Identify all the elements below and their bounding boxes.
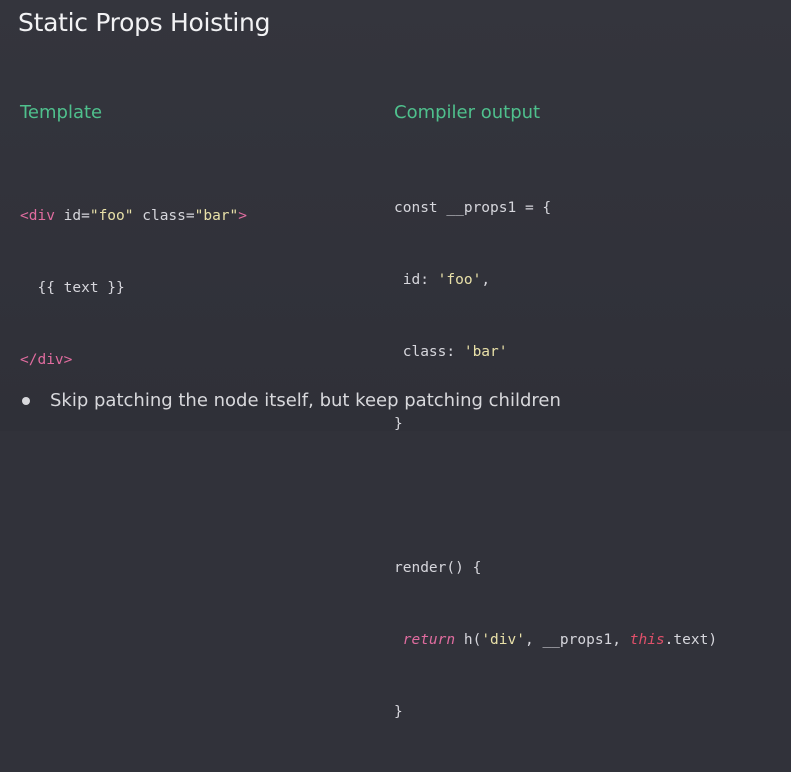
code-token: class: (394, 344, 464, 360)
code-token: , __props1, (524, 632, 630, 648)
code-token: "bar" (194, 208, 239, 224)
code-token: 'bar' (463, 344, 508, 360)
template-code-block: <div id="foo" class="bar"> {{ text }} </… (20, 156, 247, 420)
code-token: this (629, 632, 665, 648)
bullet-text: Skip patching the node itself, but keep … (50, 390, 561, 411)
code-token: <div (20, 208, 55, 224)
code-token: "foo" (89, 208, 134, 224)
code-token: id= (54, 208, 90, 224)
output-code-line: } (394, 704, 403, 720)
code-token: .text) (664, 632, 718, 648)
template-code-line: </div> (20, 352, 73, 368)
output-code-line: render() { (394, 560, 482, 576)
output-code-line: id: 'foo', (394, 268, 717, 292)
output-code-line (394, 484, 717, 508)
code-token: > (238, 208, 247, 224)
output-code-line: return h('div', __props1, this.text) (394, 628, 717, 652)
code-token: 'foo' (437, 272, 482, 288)
bullet-icon (22, 396, 30, 405)
template-heading: Template (20, 102, 103, 123)
code-token: 'div' (481, 632, 525, 648)
slide-title: Static Props Hoisting (18, 8, 271, 37)
slide: Static Props Hoisting Template Compiler … (0, 0, 791, 720)
bullet-item: Skip patching the node itself, but keep … (20, 390, 561, 411)
code-token: , (481, 272, 491, 288)
code-token: class= (133, 208, 195, 224)
output-code-line: const __props1 = { (394, 200, 552, 216)
code-token: h( (455, 632, 482, 648)
output-code-line: class: 'bar' (394, 340, 717, 364)
compiler-output-code-block: const __props1 = { id: 'foo', class: 'ba… (394, 148, 717, 772)
output-code-line: } (394, 416, 403, 432)
code-token: return (402, 632, 456, 648)
compiler-output-heading: Compiler output (394, 102, 541, 123)
template-code-line: <div id="foo" class="bar"> (20, 204, 247, 228)
template-code-line: {{ text }} (20, 280, 125, 296)
code-token: id: (394, 272, 438, 288)
